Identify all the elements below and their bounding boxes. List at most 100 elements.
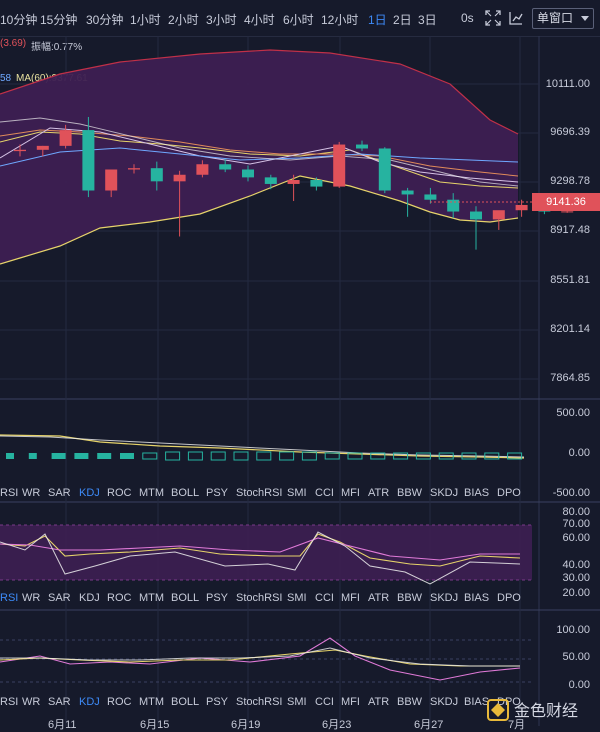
indicator-tab-dpo[interactable]: DPO [497, 487, 521, 499]
candle-body [264, 177, 277, 184]
macd-tick-2: -500.00 [552, 487, 590, 499]
tab-timeframe-11[interactable]: 3日 [418, 11, 437, 28]
macd-tick-0: 500.00 [556, 407, 590, 419]
tab-timeframe-3[interactable]: 1小时 [130, 11, 161, 28]
indicator-tab-bbw[interactable]: BBW [397, 696, 422, 708]
indicator-tab-skdj[interactable]: SKDJ [430, 487, 458, 499]
indicator-tab-skdj[interactable]: SKDJ [430, 696, 458, 708]
tab-timeframe-1[interactable]: 15分钟 [40, 11, 77, 28]
expand-icon[interactable] [484, 9, 502, 27]
indicator-tab-stochrsi[interactable]: StochRSI [236, 487, 282, 499]
candle-body [196, 164, 209, 175]
indicator-tab-psy[interactable]: PSY [206, 487, 228, 499]
indicator-tab-psy[interactable]: PSY [206, 696, 228, 708]
indicator-tabs-2: RSI WR SAR KDJ ROC MTM BOLL PSY StochRSI SMI CCI MF… [0, 592, 540, 608]
date-tick-1: 6月15 [140, 719, 170, 731]
tab-timeframe-7[interactable]: 6小时 [283, 11, 314, 28]
macd-bar [279, 451, 295, 461]
indicator-tab-kdj[interactable]: KDJ [79, 487, 100, 499]
indicator-tab-bias[interactable]: BIAS [464, 487, 489, 499]
indicator-tab-rsi[interactable]: RSI [0, 592, 18, 604]
indicator-tab-smi[interactable]: SMI [287, 696, 307, 708]
indicator-tab-atr[interactable]: ATR [368, 696, 389, 708]
candle-body [287, 180, 300, 184]
indicator-tab-skdj[interactable]: SKDJ [430, 592, 458, 604]
candle-body [242, 169, 254, 178]
macd-bar [142, 452, 158, 460]
tab-timeframe-5[interactable]: 3小时 [206, 11, 237, 28]
candle-body [310, 180, 323, 187]
tab-timeframe-0[interactable]: 10分钟 [0, 11, 37, 28]
tab-timeframe-6[interactable]: 4小时 [244, 11, 275, 28]
indicator-tab-mfi[interactable]: MFI [341, 592, 360, 604]
price-chart[interactable] [0, 36, 600, 726]
tab-timeframe-8[interactable]: 12小时 [321, 11, 358, 28]
price-tick-4: 8551.81 [550, 274, 590, 286]
rsi-tick-0: 100.00 [556, 624, 590, 636]
indicator-tab-dpo[interactable]: DPO [497, 592, 521, 604]
tab-timeframe-4[interactable]: 2小时 [168, 11, 199, 28]
indicator-tab-bias[interactable]: BIAS [464, 592, 489, 604]
rsi-tick-1: 50.00 [562, 651, 590, 663]
indicator-tab-atr[interactable]: ATR [368, 592, 389, 604]
candle-body [447, 199, 460, 212]
indicator-tab-cci[interactable]: CCI [315, 487, 334, 499]
indicator-tab-stochrsi[interactable]: StochRSI [236, 592, 282, 604]
indicator-tab-sar[interactable]: SAR [48, 696, 71, 708]
indicator-tab-bbw[interactable]: BBW [397, 487, 422, 499]
indicator-tab-rsi[interactable]: RSI [0, 696, 18, 708]
tab-timeframe-9[interactable]: 1日 [368, 11, 387, 28]
indicator-tab-stochrsi[interactable]: StochRSI [236, 696, 282, 708]
indicator-tab-rsi[interactable]: RSI [0, 487, 18, 499]
indicator-tab-sar[interactable]: SAR [48, 592, 71, 604]
candle-body [36, 145, 49, 150]
macd-bar [120, 453, 134, 459]
indicator-tab-cci[interactable]: CCI [315, 696, 334, 708]
indicator-tab-wr[interactable]: WR [22, 487, 40, 499]
indicator-tab-sar[interactable]: SAR [48, 487, 71, 499]
price-tick-1: 9696.39 [550, 126, 590, 138]
tab-timeframe-2[interactable]: 30分钟 [86, 11, 123, 28]
tab-timeframe-10[interactable]: 2日 [393, 11, 412, 28]
indicator-tab-wr[interactable]: WR [22, 592, 40, 604]
indicator-tab-mfi[interactable]: MFI [341, 487, 360, 499]
candle-body [128, 168, 140, 170]
timeframe-toolbar: 10分钟 15分钟 30分钟 1小时 2小时 3小时 4小时 6小时 12小时 1日 2日 3日 0s… [0, 0, 600, 37]
indicator-tab-mtm[interactable]: MTM [139, 592, 164, 604]
indicator-tab-mtm[interactable]: MTM [139, 487, 164, 499]
indicator-tab-roc[interactable]: ROC [107, 592, 131, 604]
indicator-tab-roc[interactable]: ROC [107, 487, 131, 499]
indicator-tab-boll[interactable]: BOLL [171, 696, 199, 708]
candle-body [333, 144, 346, 187]
macd-bar [74, 453, 89, 459]
macd-bar [210, 451, 226, 461]
svg-text:金色财经: 金色财经 [514, 702, 578, 720]
settings-icon[interactable] [507, 9, 525, 27]
indicator-tab-cci[interactable]: CCI [315, 592, 334, 604]
indicator-tab-roc[interactable]: ROC [107, 696, 131, 708]
kdj-tick-2: 60.00 [562, 532, 590, 544]
macd-bar [97, 453, 112, 459]
indicator-tab-mtm[interactable]: MTM [139, 696, 164, 708]
candle-body [561, 211, 574, 213]
seconds-label[interactable]: 0s [461, 11, 474, 25]
candle-body [424, 194, 437, 200]
indicator-tab-boll[interactable]: BOLL [171, 592, 199, 604]
indicator-tab-atr[interactable]: ATR [368, 487, 389, 499]
price-tick-0: 10111.00 [545, 78, 590, 90]
indicator-tab-boll[interactable]: BOLL [171, 487, 199, 499]
indicator-tab-kdj[interactable]: KDJ [79, 592, 100, 604]
single-window-button[interactable]: 单窗口 [532, 8, 594, 29]
macd-bar [256, 451, 272, 461]
candle-body [173, 174, 186, 182]
candle-body [150, 168, 163, 182]
indicator-tab-wr[interactable]: WR [22, 696, 40, 708]
macd-tick-1: 0.00 [568, 447, 590, 459]
indicator-tab-smi[interactable]: SMI [287, 487, 307, 499]
indicator-tab-kdj[interactable]: KDJ [79, 696, 100, 708]
indicator-tab-smi[interactable]: SMI [287, 592, 307, 604]
macd-bar [6, 453, 14, 459]
indicator-tab-bbw[interactable]: BBW [397, 592, 422, 604]
indicator-tab-psy[interactable]: PSY [206, 592, 228, 604]
indicator-tab-mfi[interactable]: MFI [341, 696, 360, 708]
